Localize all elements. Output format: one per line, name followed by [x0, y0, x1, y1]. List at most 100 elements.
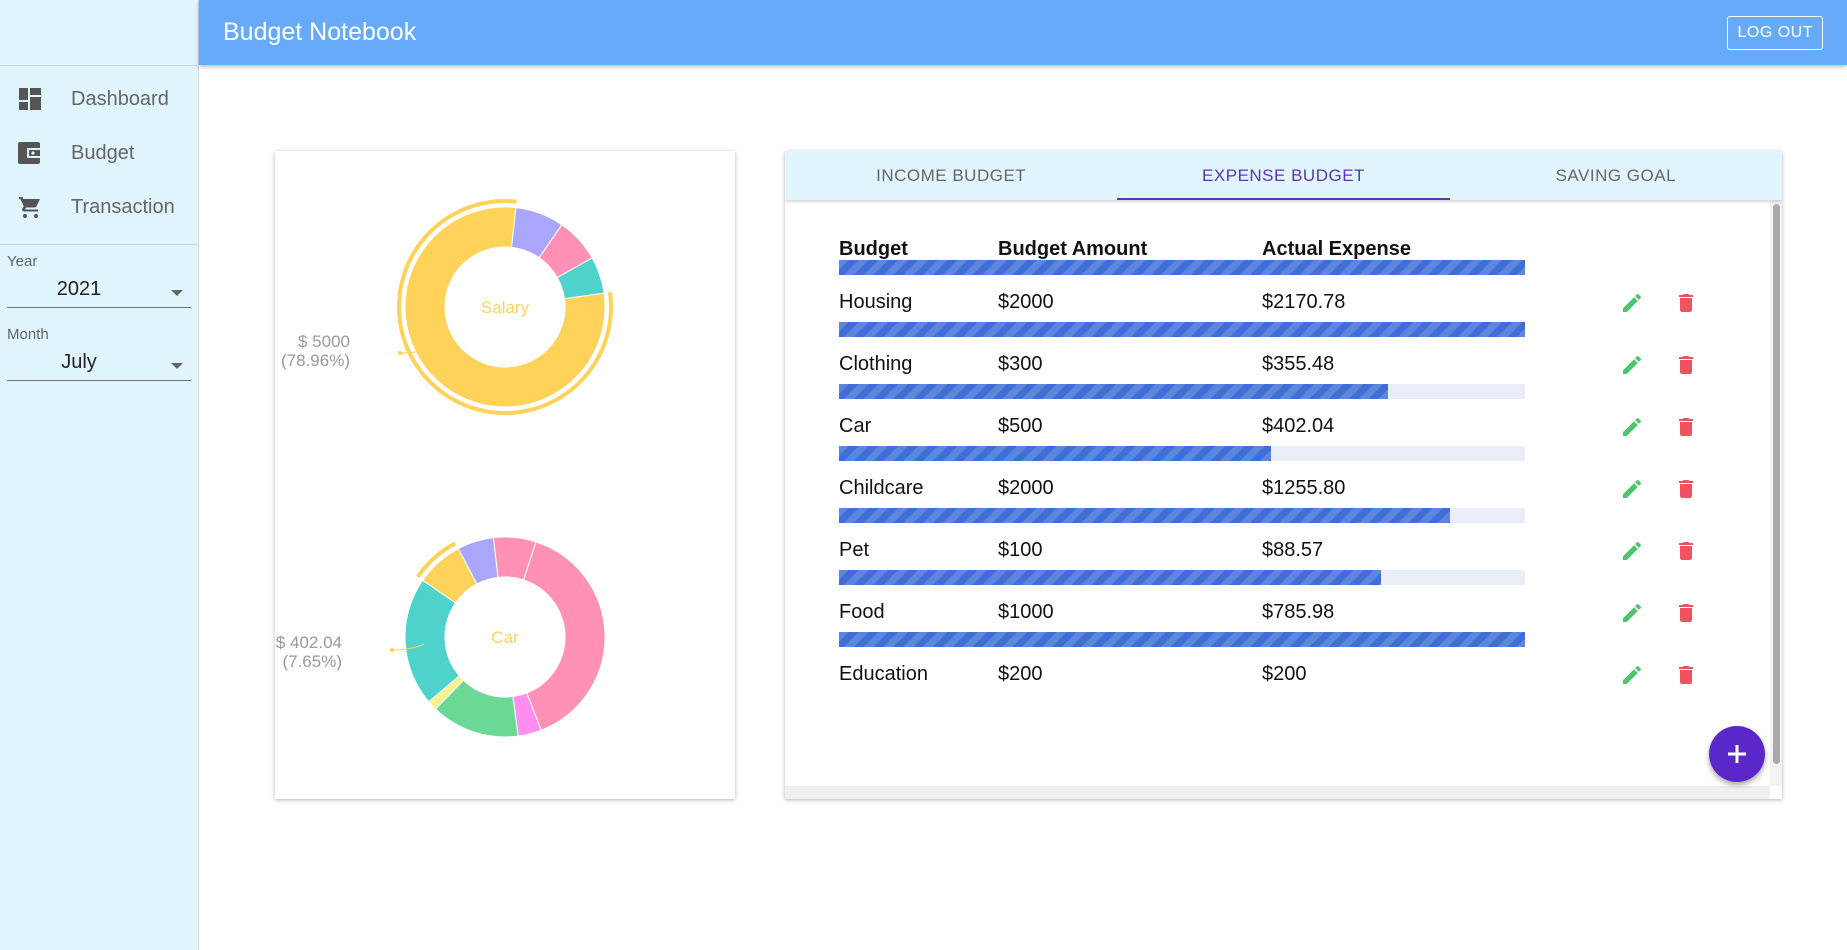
sidebar-header	[0, 0, 198, 66]
app-title: Budget Notebook	[223, 18, 417, 46]
budget-amount-cell: $2000	[998, 477, 1054, 499]
sidebar-item-label: Dashboard	[71, 87, 169, 110]
month-select[interactable]: July	[7, 345, 191, 381]
app-bar: Budget Notebook LOG OUT	[199, 0, 1847, 65]
actual-expense-cell: $88.57	[1262, 539, 1324, 561]
logout-button[interactable]: LOG OUT	[1727, 15, 1823, 50]
trash-icon	[1679, 418, 1693, 436]
delete-button[interactable]	[1672, 599, 1700, 627]
edit-button[interactable]	[1618, 351, 1646, 379]
delete-button[interactable]	[1672, 661, 1700, 689]
column-header-actual-expense: Actual Expense	[1262, 238, 1411, 260]
sidebar-nav: Dashboard Budget Transaction	[0, 66, 198, 245]
dropdown-arrow-icon	[171, 363, 183, 369]
chart-callout-value: $ 5000	[298, 332, 350, 351]
actual-expense-cell: $402.04	[1262, 415, 1335, 437]
budget-name-cell: Clothing	[839, 353, 913, 375]
date-selector: Year 2021 Month July	[0, 245, 198, 381]
budget-progress-fill	[839, 570, 1381, 585]
sidebar-item-budget[interactable]: Budget	[0, 126, 198, 180]
dashboard-icon	[18, 87, 42, 111]
vertical-scrollbar[interactable]	[1770, 200, 1782, 786]
budget-progress-bar	[839, 446, 1525, 461]
month-value: July	[61, 351, 97, 373]
year-value: 2021	[56, 278, 102, 300]
budget-tabs: INCOME BUDGET EXPENSE BUDGET SAVING GOAL	[785, 151, 1782, 200]
pencil-icon	[1623, 603, 1641, 622]
actual-expense-cell: $1255.80	[1262, 477, 1346, 499]
budget-name-cell: Childcare	[839, 477, 924, 499]
budget-progress-bar	[839, 260, 1525, 275]
tab-expense-budget[interactable]: EXPENSE BUDGET	[1117, 151, 1450, 200]
sidebar-item-label: Transaction	[71, 195, 175, 218]
budget-name-cell: Car	[839, 415, 872, 437]
pencil-icon	[1623, 479, 1641, 498]
budget-progress-bar	[839, 384, 1525, 399]
delete-button[interactable]	[1672, 413, 1700, 441]
budget-progress-fill	[839, 384, 1388, 399]
charts-svg: Salary $ 5000(78.96%) Car $ 402.04(7.65%)	[276, 199, 613, 738]
pencil-icon	[1623, 541, 1641, 560]
chart-callout-dot	[390, 648, 394, 652]
year-label: Year	[7, 253, 38, 270]
expense-donut-chart[interactable]: Car $ 402.04(7.65%)	[276, 536, 606, 738]
budget-amount-cell: $1000	[998, 601, 1054, 623]
budget-amount-cell: $500	[998, 415, 1043, 437]
budget-name-cell: Education	[839, 663, 928, 685]
pencil-icon	[1623, 417, 1641, 436]
chart-slice[interactable]	[522, 541, 606, 731]
chart-center-label: Salary	[481, 298, 530, 317]
delete-button[interactable]	[1672, 289, 1700, 317]
delete-button[interactable]	[1672, 537, 1700, 565]
pencil-icon	[1623, 355, 1641, 374]
edit-button[interactable]	[1618, 599, 1646, 627]
chart-callout-percent: (78.96%)	[281, 351, 350, 370]
budget-progress-fill	[839, 260, 1525, 275]
trash-icon	[1679, 480, 1693, 498]
edit-button[interactable]	[1618, 413, 1646, 441]
edit-button[interactable]	[1618, 537, 1646, 565]
budget-name-cell: Food	[839, 601, 885, 623]
budget-amount-cell: $2000	[998, 291, 1054, 313]
actual-expense-cell: $785.98	[1262, 601, 1335, 623]
pencil-icon	[1623, 665, 1641, 684]
chart-center-label: Car	[491, 628, 519, 647]
sidebar-item-dashboard[interactable]: Dashboard	[0, 72, 198, 126]
tab-income-budget[interactable]: INCOME BUDGET	[785, 151, 1117, 200]
cart-icon	[18, 195, 42, 219]
budget-progress-bar	[839, 570, 1525, 585]
sidebar: Dashboard Budget Transaction Year 2021 M…	[0, 0, 199, 950]
chart-callout-value: $ 402.04	[276, 633, 342, 652]
actual-expense-cell: $200	[1262, 663, 1307, 685]
delete-button[interactable]	[1672, 351, 1700, 379]
trash-icon	[1679, 356, 1693, 374]
horizontal-scrollbar[interactable]	[785, 786, 1770, 799]
table-row: Education $200 $200	[785, 632, 1770, 705]
plus-icon	[1728, 745, 1746, 763]
budget-progress-bar	[839, 508, 1525, 523]
edit-button[interactable]	[1618, 661, 1646, 689]
pencil-icon	[1623, 293, 1641, 312]
month-select-group: Month July	[7, 326, 191, 381]
expense-budget-table: Budget Budget Amount Actual Expense Hous…	[785, 200, 1770, 786]
edit-button[interactable]	[1618, 289, 1646, 317]
trash-icon	[1679, 604, 1693, 622]
budget-progress-fill	[839, 446, 1272, 461]
edit-button[interactable]	[1618, 475, 1646, 503]
delete-button[interactable]	[1672, 475, 1700, 503]
trash-icon	[1679, 294, 1693, 312]
year-select[interactable]: 2021	[7, 272, 191, 308]
column-header-budget: Budget	[839, 238, 908, 260]
year-select-group: Year 2021	[7, 253, 191, 308]
budget-amount-cell: $300	[998, 353, 1043, 375]
tab-saving-goal[interactable]: SAVING GOAL	[1450, 151, 1782, 200]
income-donut-chart[interactable]: Salary $ 5000(78.96%)	[281, 199, 613, 416]
budget-progress-fill	[839, 322, 1525, 337]
budget-progress-fill	[839, 508, 1450, 523]
budget-name-cell: Pet	[839, 539, 870, 561]
scrollbar-thumb[interactable]	[1773, 204, 1780, 764]
add-budget-button[interactable]	[1709, 726, 1765, 782]
sidebar-item-transaction[interactable]: Transaction	[0, 180, 198, 234]
budget-amount-cell: $200	[998, 663, 1043, 685]
wallet-icon	[18, 141, 42, 165]
